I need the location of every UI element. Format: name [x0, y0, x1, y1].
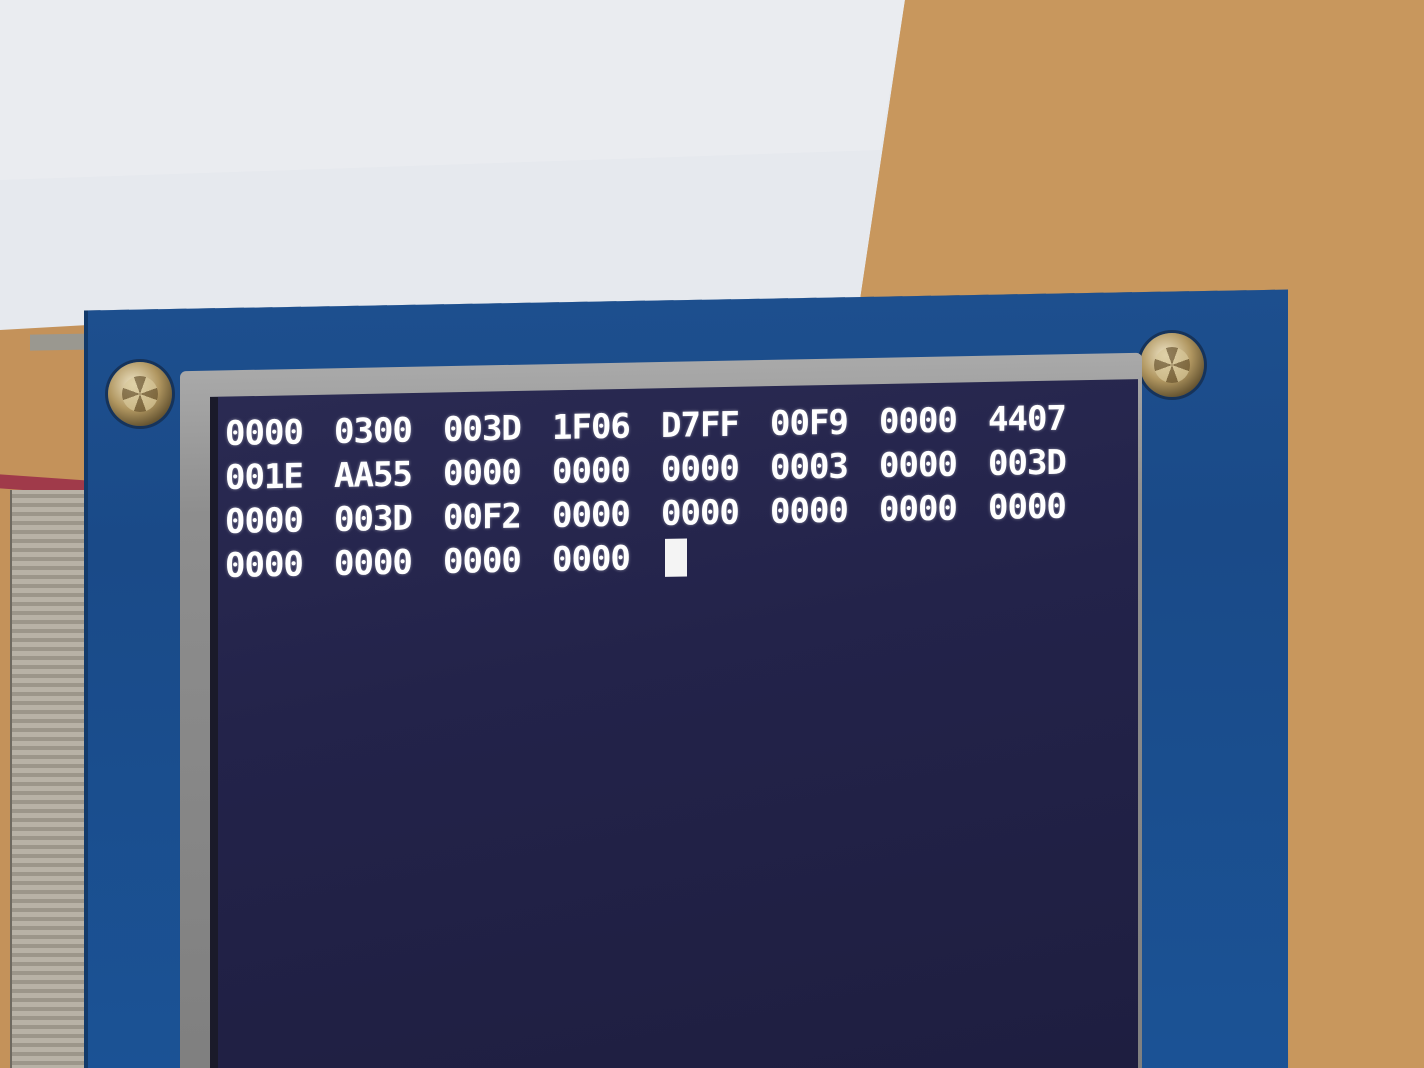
- photo-scene: 0000 0300 003D 1F06 D7FF 00F9 0000 4407 …: [0, 0, 1424, 1068]
- hex-word: 00F9: [770, 402, 848, 445]
- hex-word: 0000: [770, 490, 848, 533]
- hex-word: 00F2: [443, 496, 521, 539]
- hex-word: 0000: [225, 412, 303, 454]
- hex-word: 0000: [552, 538, 630, 581]
- hex-word: 003D: [988, 442, 1066, 485]
- screw-top-left-icon: [108, 362, 172, 426]
- hex-word: 0000: [661, 448, 739, 491]
- hex-word: 0000: [879, 400, 957, 443]
- hex-word: AA55: [334, 454, 412, 497]
- hex-word: 1F06: [552, 406, 630, 449]
- hex-dump: 0000 0300 003D 1F06 D7FF 00F9 0000 4407 …: [225, 396, 1125, 588]
- hex-word: 0000: [879, 488, 957, 531]
- hex-word: 0000: [443, 452, 521, 495]
- hex-word: 0000: [443, 540, 521, 583]
- hex-word: 0000: [552, 494, 630, 537]
- hex-word: 001E: [225, 456, 303, 498]
- hex-word: 003D: [334, 498, 412, 541]
- hex-word: 4407: [988, 398, 1066, 441]
- hex-word: 0000: [334, 542, 412, 585]
- hex-word: 0000: [879, 444, 957, 487]
- hex-word: 0300: [334, 410, 412, 453]
- hex-word: D7FF: [661, 404, 739, 447]
- text-cursor: [665, 538, 687, 577]
- hex-word: 003D: [443, 408, 521, 451]
- hex-word: 0000: [225, 500, 303, 542]
- hex-word: 0000: [661, 492, 739, 535]
- hex-word: 0000: [225, 544, 303, 586]
- hex-word: 0000: [988, 486, 1066, 529]
- screw-top-right-icon: [1140, 333, 1204, 397]
- hex-word: 0000: [552, 450, 630, 493]
- hex-word: 0003: [770, 446, 848, 489]
